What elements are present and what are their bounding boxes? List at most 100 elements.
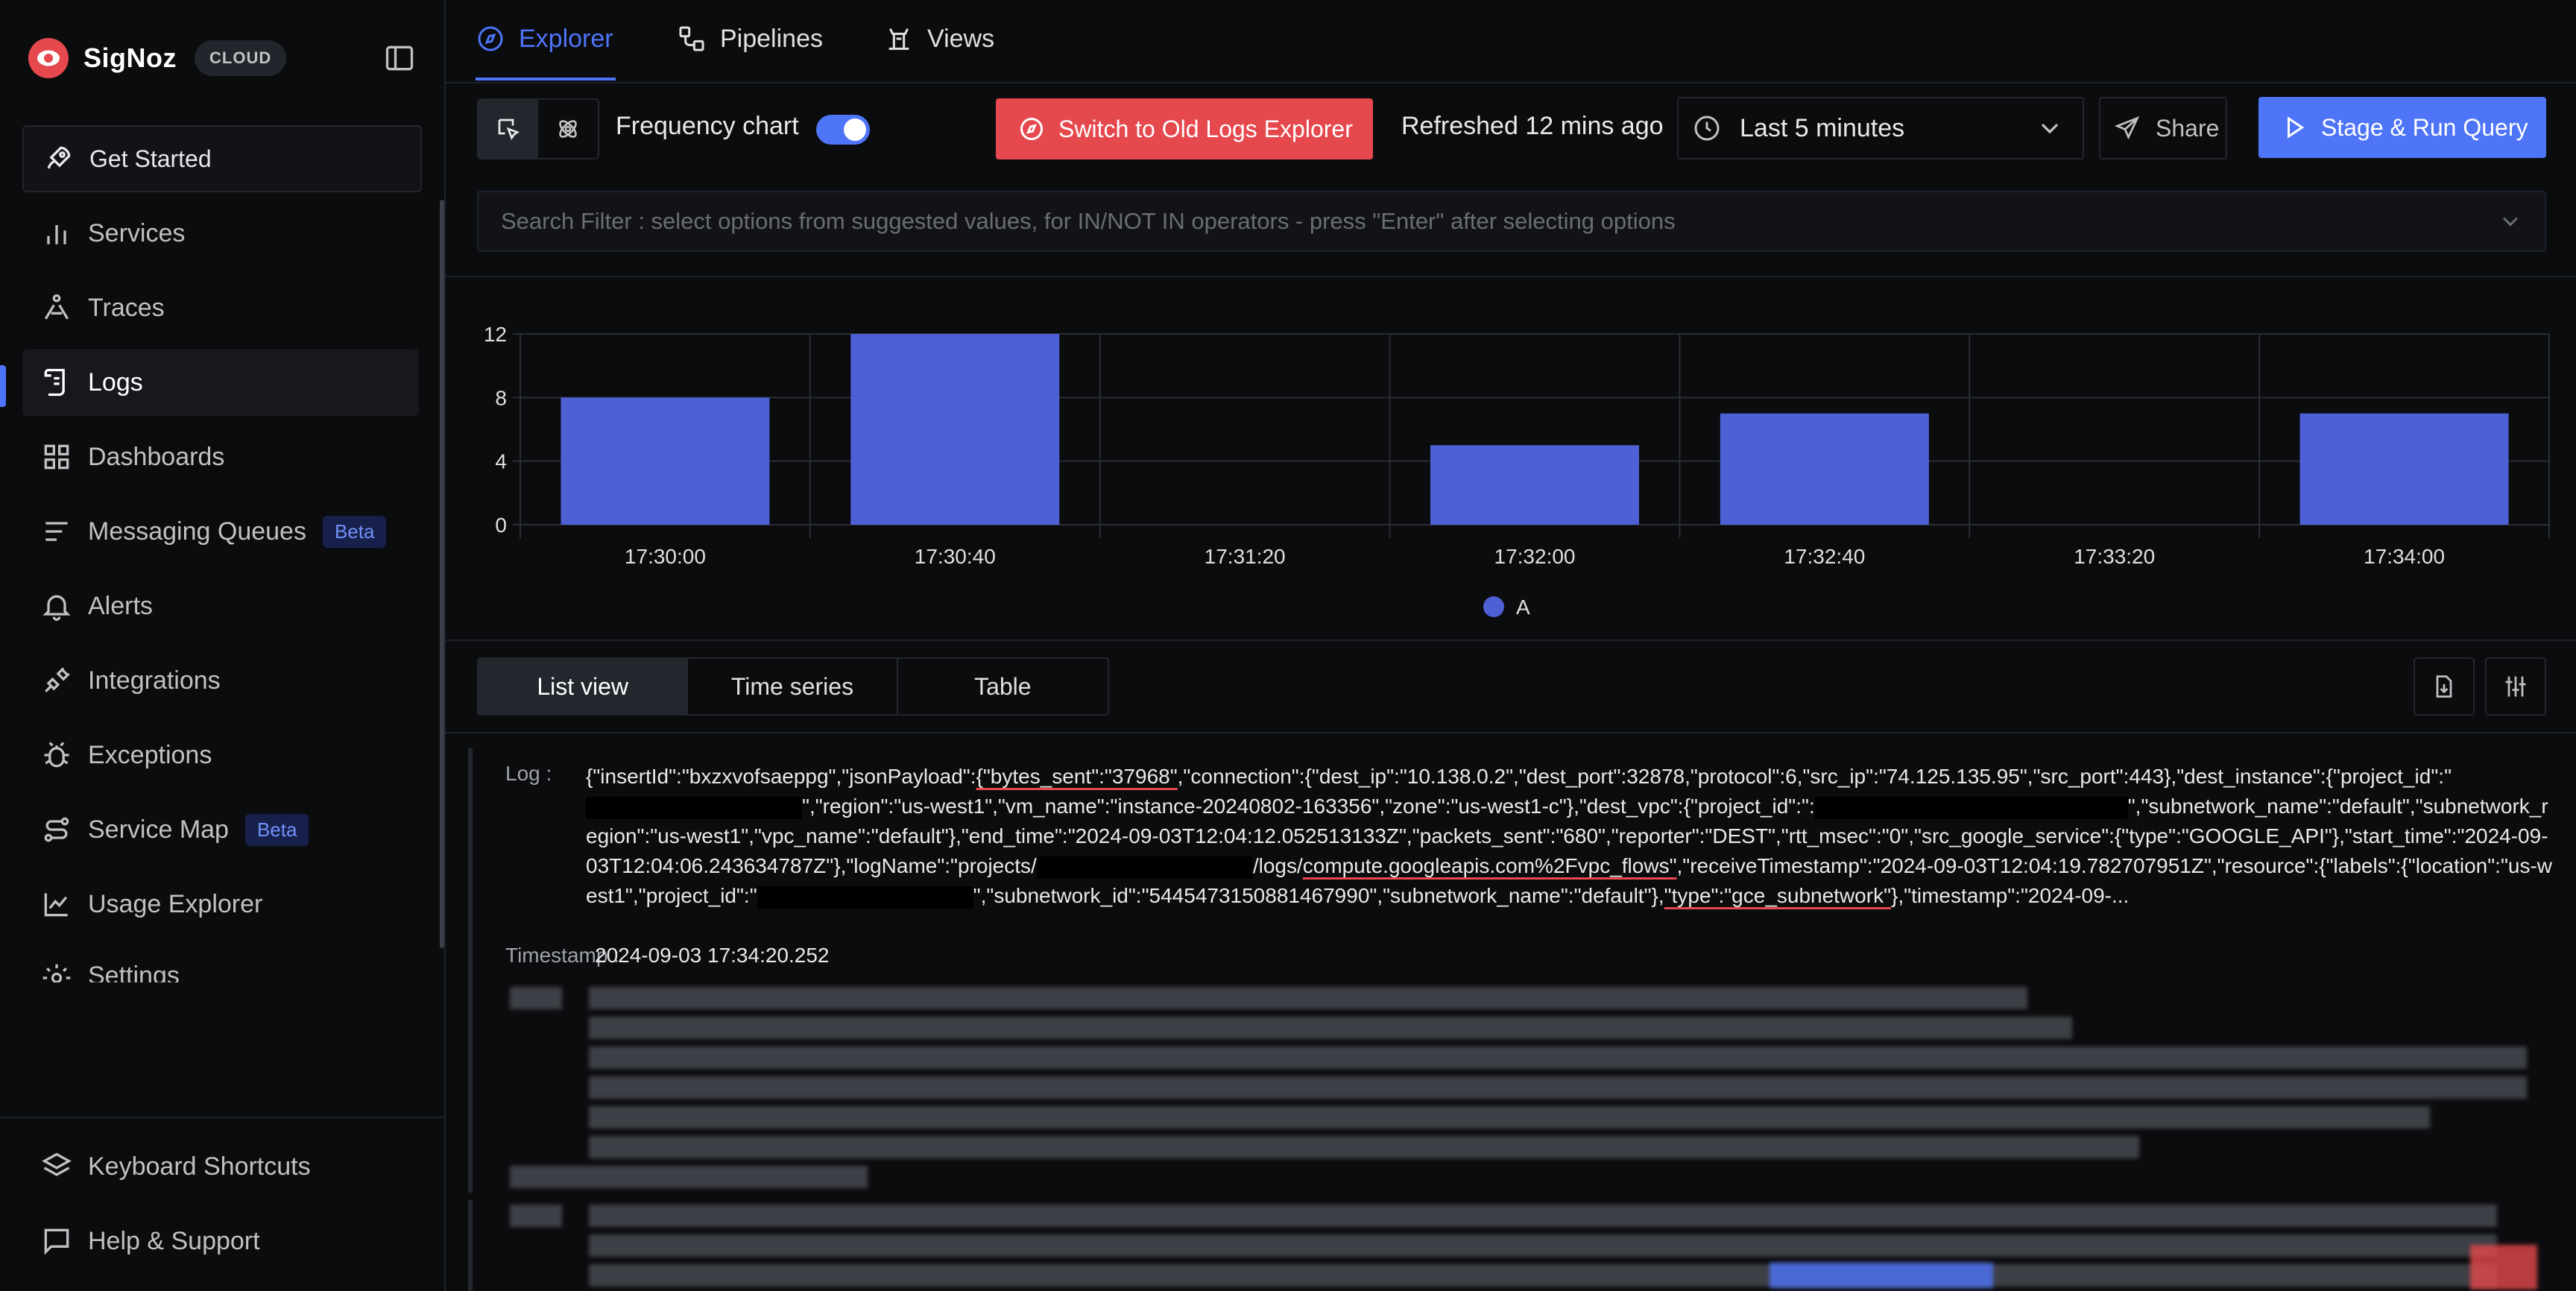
blurred-log-row[interactable] <box>468 982 2569 1193</box>
y-tick-label: 12 <box>484 323 507 346</box>
format-options-button[interactable] <box>2485 657 2546 716</box>
blur-block <box>589 987 2027 1009</box>
refreshed-status: Refreshed 12 mins ago <box>1401 112 1664 140</box>
compass-icon <box>1020 118 1043 140</box>
tab-views[interactable]: Views <box>884 16 994 61</box>
sidebar-item-settings[interactable]: Settings <box>22 945 419 982</box>
tab-table[interactable]: Table <box>898 659 1108 714</box>
blur-block <box>2470 1245 2537 1290</box>
x-tick-label: 17:33:20 <box>2074 545 2155 568</box>
log-label: Log : <box>505 762 552 785</box>
line-chart-icon <box>44 893 68 917</box>
search-input[interactable] <box>499 207 2497 236</box>
workflow-icon <box>679 26 704 51</box>
tab-time-series[interactable]: Time series <box>688 659 898 714</box>
blur-block <box>589 1136 2139 1158</box>
sidebar-item-keyboard-shortcuts[interactable]: Keyboard Shortcuts <box>22 1133 419 1200</box>
brand[interactable]: SigNoz CLOUD <box>28 36 287 81</box>
atom-icon <box>559 120 577 138</box>
tower-icon <box>888 28 909 50</box>
gear-icon <box>42 964 71 982</box>
stage-run-query-label: Stage & Run Query <box>2321 113 2528 141</box>
log-row[interactable]: Log : {"insertId":"bxzxvofsaeppg","jsonP… <box>468 748 2569 982</box>
legend-label: A <box>1516 596 1530 619</box>
blurred-log-row[interactable] <box>468 1200 2569 1291</box>
sidebar-item-dashboards[interactable]: Dashboards <box>22 423 419 490</box>
bug-icon <box>44 742 69 768</box>
blur-block <box>510 1166 868 1188</box>
list-icon <box>45 522 68 541</box>
sidebar-item-messaging-queues[interactable]: Messaging Queues Beta <box>22 498 419 565</box>
download-button[interactable] <box>2414 657 2475 716</box>
redacted-block <box>1036 856 1253 879</box>
sidebar-divider <box>0 1117 444 1118</box>
tab-pipelines[interactable]: Pipelines <box>677 16 823 61</box>
x-tick-label: 17:31:20 <box>1205 545 1286 568</box>
sidebar-item-label: Messaging Queues <box>88 517 306 546</box>
sidebar-item-label: Settings <box>88 962 180 982</box>
chart-bar <box>1430 445 1639 525</box>
log-text: },"timestamp":"2024-09-... <box>1891 884 2130 907</box>
sidebar-item-label: Integrations <box>88 666 221 695</box>
search-filter[interactable] <box>477 191 2546 252</box>
sidebar-item-label: Usage Explorer <box>88 889 263 918</box>
log-text: ,"receiveTimestamp":"2024-09-03T12:04:19… <box>1676 854 2402 877</box>
frequency-chart-toggle[interactable] <box>816 115 870 145</box>
stage-run-query-button[interactable]: Stage & Run Query <box>2258 97 2546 158</box>
play-icon <box>2288 116 2305 139</box>
time-range-select[interactable]: Last 5 minutes <box>1677 97 2084 160</box>
select-view-button[interactable] <box>479 100 538 158</box>
bar-chart-icon <box>47 225 66 244</box>
tab-list-view[interactable]: List view <box>479 659 689 714</box>
sidebar: SigNoz CLOUD Get Started Services Traces… <box>0 0 446 1291</box>
chevron-down-icon <box>2041 123 2059 134</box>
switch-old-explorer-button[interactable]: Switch to Old Logs Explorer <box>996 98 1373 160</box>
blur-block <box>589 1047 2527 1069</box>
scroll-text-icon <box>44 368 65 397</box>
get-started-button[interactable]: Get Started <box>22 125 422 192</box>
sidebar-item-alerts[interactable]: Alerts <box>22 572 419 640</box>
route-icon <box>44 817 69 842</box>
sidebar-item-label: Services <box>88 218 186 247</box>
share-button[interactable]: Share <box>2099 97 2227 160</box>
sidebar-item-usage-explorer[interactable]: Usage Explorer <box>22 871 419 938</box>
sidebar-item-traces[interactable]: Traces <box>22 274 419 341</box>
y-tick-label: 4 <box>495 450 507 473</box>
bell-icon <box>42 595 71 621</box>
sidebar-scrollbar[interactable] <box>440 200 444 948</box>
sidebar-toggle-icon[interactable] <box>383 42 416 75</box>
beta-badge: Beta <box>244 813 309 846</box>
tab-label: Views <box>927 24 995 53</box>
sidebar-item-logs[interactable]: Logs <box>22 349 419 416</box>
sidebar-item-help-support[interactable]: Help & Support <box>22 1208 419 1275</box>
sidebar-item-services[interactable]: Services <box>22 200 419 267</box>
frequency-chart-label: Frequency chart <box>616 112 799 140</box>
redacted-block <box>1814 796 2031 819</box>
chart-bar <box>561 397 770 525</box>
log-highlight: {"bytes_sent":"37968" <box>976 765 1178 788</box>
chevron-down-icon[interactable] <box>2497 208 2524 235</box>
sidebar-item-integrations[interactable]: Integrations <box>22 647 419 714</box>
redacted-block <box>586 796 802 819</box>
legend-marker <box>1483 596 1504 617</box>
beta-badge: Beta <box>322 515 387 548</box>
toggle-knob <box>844 119 866 141</box>
y-tick-label: 0 <box>495 514 507 537</box>
log-text: {"project_id":" <box>2326 765 2452 788</box>
sidebar-item-label: Help & Support <box>88 1226 260 1255</box>
sidebar-item-exceptions[interactable]: Exceptions <box>22 722 419 789</box>
sidebar-item-label: Keyboard Shortcuts <box>88 1152 311 1181</box>
sidebar-item-service-map[interactable]: Service Map Beta <box>22 796 419 863</box>
layers-icon <box>42 1152 72 1176</box>
query-toolbar: Frequency chart Switch to Old Logs Explo… <box>446 82 2576 176</box>
timestamp-value: 2024-09-03 17:34:20.252 <box>595 944 830 967</box>
main-panel: Explorer Pipelines Views Frequency chart… <box>446 0 2576 1291</box>
tab-label: Explorer <box>519 24 613 53</box>
log-text: ","region":"us-west1","vm_name":"instanc… <box>802 795 1815 818</box>
log-body: {"insertId":"bxzxvofsaeppg","jsonPayload… <box>586 762 2554 911</box>
chart-bar <box>2299 413 2509 525</box>
log-text: ","subnetwork_id":"5445473150881467990",… <box>973 884 1664 907</box>
tab-explorer[interactable]: Explorer <box>476 16 613 61</box>
view-mode-toggle <box>477 98 599 160</box>
query-builder-button[interactable] <box>538 100 598 158</box>
